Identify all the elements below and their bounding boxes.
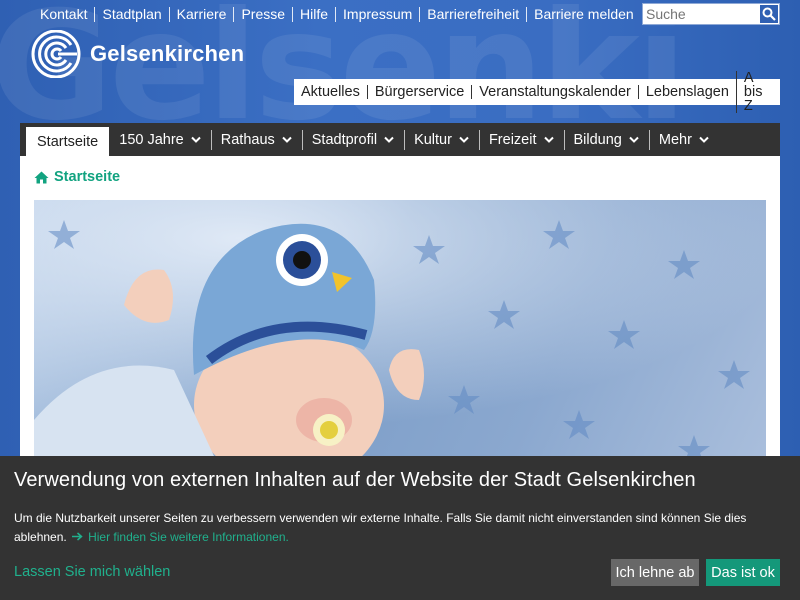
nav-item-bildung[interactable]: Bildung bbox=[563, 123, 649, 156]
chevron-down-icon bbox=[629, 136, 639, 143]
search-input[interactable] bbox=[643, 4, 759, 24]
breadcrumb: Startseite bbox=[34, 169, 120, 185]
nav-item-label: Rathaus bbox=[220, 131, 275, 148]
quick-link-buergerservice[interactable]: Bürgerservice bbox=[366, 85, 471, 99]
service-navigation: Kontakt Stadtplan Karriere Presse Hilfe … bbox=[33, 3, 641, 25]
nav-item-label: Kultur bbox=[414, 131, 452, 148]
chevron-down-icon bbox=[543, 136, 554, 143]
service-link-karriere[interactable]: Karriere bbox=[168, 6, 234, 22]
nav-item-label: Stadtprofil bbox=[311, 131, 378, 148]
nav-item-mehr[interactable]: Mehr bbox=[648, 123, 719, 156]
service-link-kontakt[interactable]: Kontakt bbox=[33, 6, 94, 22]
quick-link-veranstaltungskalender[interactable]: Veranstaltungskalender bbox=[471, 85, 638, 99]
cookie-decline-button[interactable]: Ich lehne ab bbox=[611, 559, 699, 586]
breadcrumb-home-link[interactable]: Startseite bbox=[54, 169, 120, 185]
nav-item-label: Mehr bbox=[658, 131, 692, 148]
site-logo[interactable]: Gelsenkirchen bbox=[31, 30, 244, 78]
cookie-more-info-label: Hier finden Sie weitere Informationen. bbox=[88, 530, 289, 544]
service-link-hilfe[interactable]: Hilfe bbox=[292, 6, 335, 22]
cookie-title: Verwendung von externen Inhalten auf der… bbox=[14, 469, 696, 491]
quick-link-aktuelles[interactable]: Aktuelles bbox=[294, 85, 367, 100]
main-content: Startseite bbox=[20, 156, 780, 456]
search-box bbox=[642, 3, 780, 25]
cookie-accept-button[interactable]: Das ist ok bbox=[706, 559, 780, 586]
nav-item-label: Freizeit bbox=[488, 131, 537, 148]
service-link-barriere-melden[interactable]: Barriere melden bbox=[526, 6, 641, 22]
chevron-down-icon bbox=[191, 136, 201, 143]
nav-item-150-jahre[interactable]: 150 Jahre bbox=[109, 123, 211, 156]
hero-image bbox=[34, 200, 766, 456]
nav-item-label: 150 Jahre bbox=[119, 131, 184, 148]
nav-item-rathaus[interactable]: Rathaus bbox=[210, 123, 302, 156]
cookie-description: Um die Nutzbarkeit unserer Seiten zu ver… bbox=[14, 509, 784, 547]
service-link-impressum[interactable]: Impressum bbox=[335, 6, 419, 22]
cookie-more-info-link[interactable]: Hier finden Sie weitere Informationen. bbox=[72, 530, 289, 544]
quick-link-a-bis-z[interactable]: A bis Z bbox=[735, 71, 773, 113]
chevron-down-icon bbox=[459, 136, 469, 143]
main-navigation: Startseite 150 Jahre Rathaus Stadtprofil… bbox=[20, 123, 780, 156]
quick-link-lebenslagen[interactable]: Lebenslagen bbox=[637, 85, 736, 99]
nav-item-label: Startseite bbox=[37, 133, 99, 150]
nav-item-freizeit[interactable]: Freizeit bbox=[478, 123, 564, 156]
chevron-down-icon bbox=[384, 136, 394, 143]
nav-item-kultur[interactable]: Kultur bbox=[404, 123, 479, 156]
service-link-barrierefreiheit[interactable]: Barrierefreiheit bbox=[419, 6, 526, 22]
search-icon bbox=[762, 7, 776, 21]
home-icon bbox=[34, 171, 49, 183]
nav-item-stadtprofil[interactable]: Stadtprofil bbox=[301, 123, 404, 156]
nav-item-label: Bildung bbox=[573, 131, 622, 148]
chevron-down-icon bbox=[282, 136, 292, 143]
search-button[interactable] bbox=[759, 4, 779, 24]
cookie-consent-banner: Verwendung von externen Inhalten auf der… bbox=[0, 456, 800, 600]
quick-links-bar: Aktuelles Bürgerservice Veranstaltungska… bbox=[294, 71, 780, 113]
arrow-right-icon bbox=[72, 532, 83, 541]
logo-text: Gelsenkirchen bbox=[90, 41, 245, 66]
service-link-stadtplan[interactable]: Stadtplan bbox=[94, 6, 168, 22]
hero-illustration bbox=[34, 200, 766, 456]
chevron-down-icon bbox=[699, 136, 709, 143]
nav-item-startseite[interactable]: Startseite bbox=[26, 127, 110, 156]
service-link-presse[interactable]: Presse bbox=[233, 6, 292, 22]
city-logo-icon bbox=[31, 30, 81, 78]
cookie-choose-link[interactable]: Lassen Sie mich wählen bbox=[14, 564, 170, 580]
